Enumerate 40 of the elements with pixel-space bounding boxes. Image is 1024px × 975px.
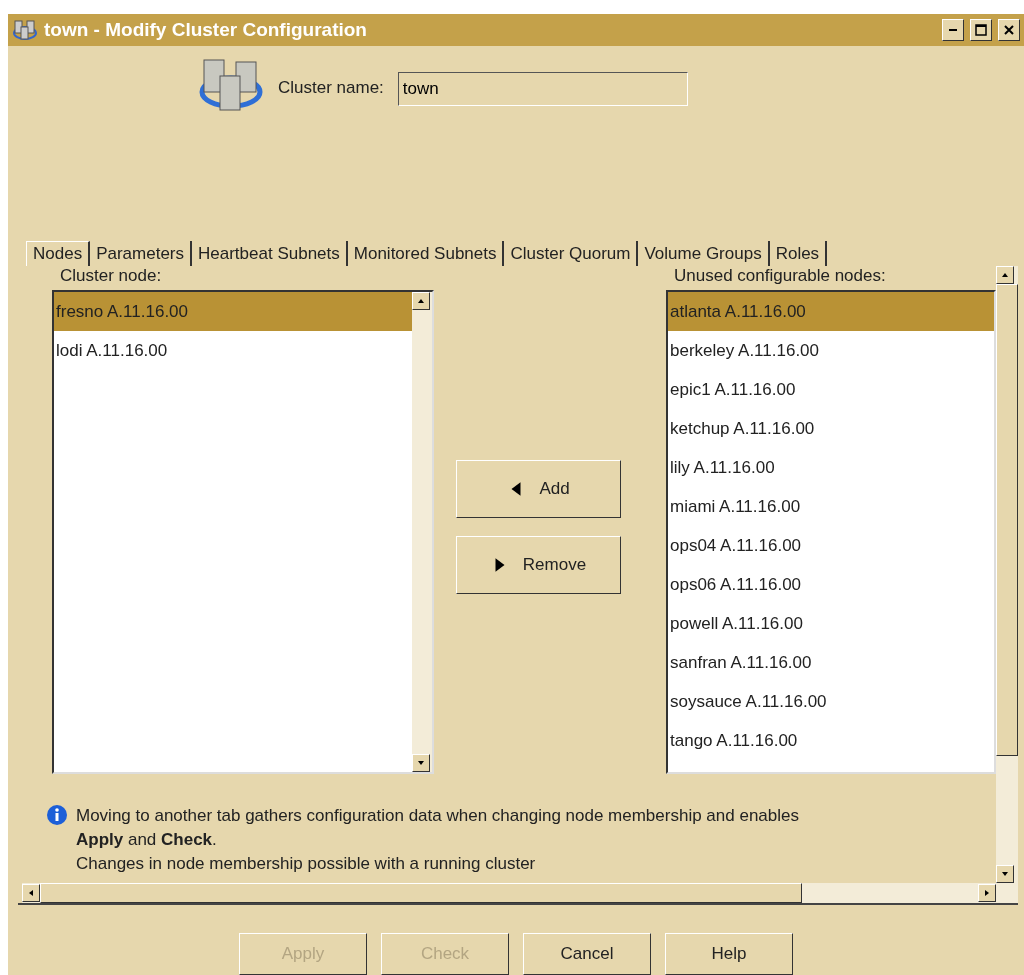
scroll-down-button[interactable] bbox=[412, 754, 430, 773]
remove-button[interactable]: Remove bbox=[456, 536, 621, 595]
minimize-button[interactable] bbox=[942, 18, 964, 41]
scroll-left-button[interactable] bbox=[22, 884, 40, 902]
add-button[interactable]: Add bbox=[456, 460, 621, 519]
scroll-up-button[interactable] bbox=[412, 292, 430, 311]
cluster-name-field[interactable]: town bbox=[397, 71, 688, 106]
dialog-button[interactable]: Cancel bbox=[523, 933, 651, 975]
down-arrow-icon bbox=[1001, 870, 1009, 878]
maximize-button[interactable] bbox=[970, 18, 992, 41]
info-icon bbox=[46, 804, 68, 827]
list-label: Unused configurable nodes: bbox=[673, 266, 887, 287]
node-list[interactable]: fresno A.11.16.00 lodi A.11.16.00 bbox=[52, 290, 434, 775]
up-arrow-icon bbox=[417, 297, 425, 306]
list-item[interactable]: atlanta A.11.16.00 bbox=[668, 292, 994, 332]
scroll-down-button[interactable] bbox=[996, 865, 1014, 883]
scroll-up-button[interactable] bbox=[996, 266, 1014, 285]
info-text: Moving to another tab gathers configuration data when changing node membership and enables Apply and Check. bbox=[76, 805, 800, 852]
dialog-button[interactable]: Help bbox=[665, 933, 793, 975]
minimize-icon bbox=[949, 28, 957, 31]
right-arrow-icon bbox=[983, 889, 991, 897]
list-label: Cluster node: bbox=[59, 266, 163, 287]
scrollbar-thumb[interactable] bbox=[996, 284, 1018, 757]
left-arrow-icon bbox=[27, 889, 35, 897]
window-title: town - Modify Cluster Configuration bbox=[44, 18, 368, 41]
node-list[interactable] bbox=[666, 290, 996, 775]
list-item[interactable]: fresno A.11.16.00 bbox=[54, 292, 412, 332]
vertical-scrollbar[interactable] bbox=[996, 266, 1018, 903]
tab[interactable]: Nodes bbox=[26, 241, 91, 267]
close-icon bbox=[1003, 23, 1015, 36]
up-arrow-icon bbox=[1001, 271, 1009, 280]
vertical-scrollbar[interactable] bbox=[412, 292, 432, 773]
scroll-right-button[interactable] bbox=[978, 884, 996, 902]
scrollbar-thumb[interactable] bbox=[40, 883, 802, 903]
horizontal-scrollbar[interactable] bbox=[22, 883, 996, 903]
cluster-icon bbox=[12, 18, 38, 41]
close-button[interactable] bbox=[998, 18, 1020, 41]
cluster-name-label: Cluster name: bbox=[278, 77, 384, 98]
maximize-icon bbox=[975, 23, 987, 36]
info-text: Changes in node membership possible with a running cluster bbox=[76, 853, 537, 876]
